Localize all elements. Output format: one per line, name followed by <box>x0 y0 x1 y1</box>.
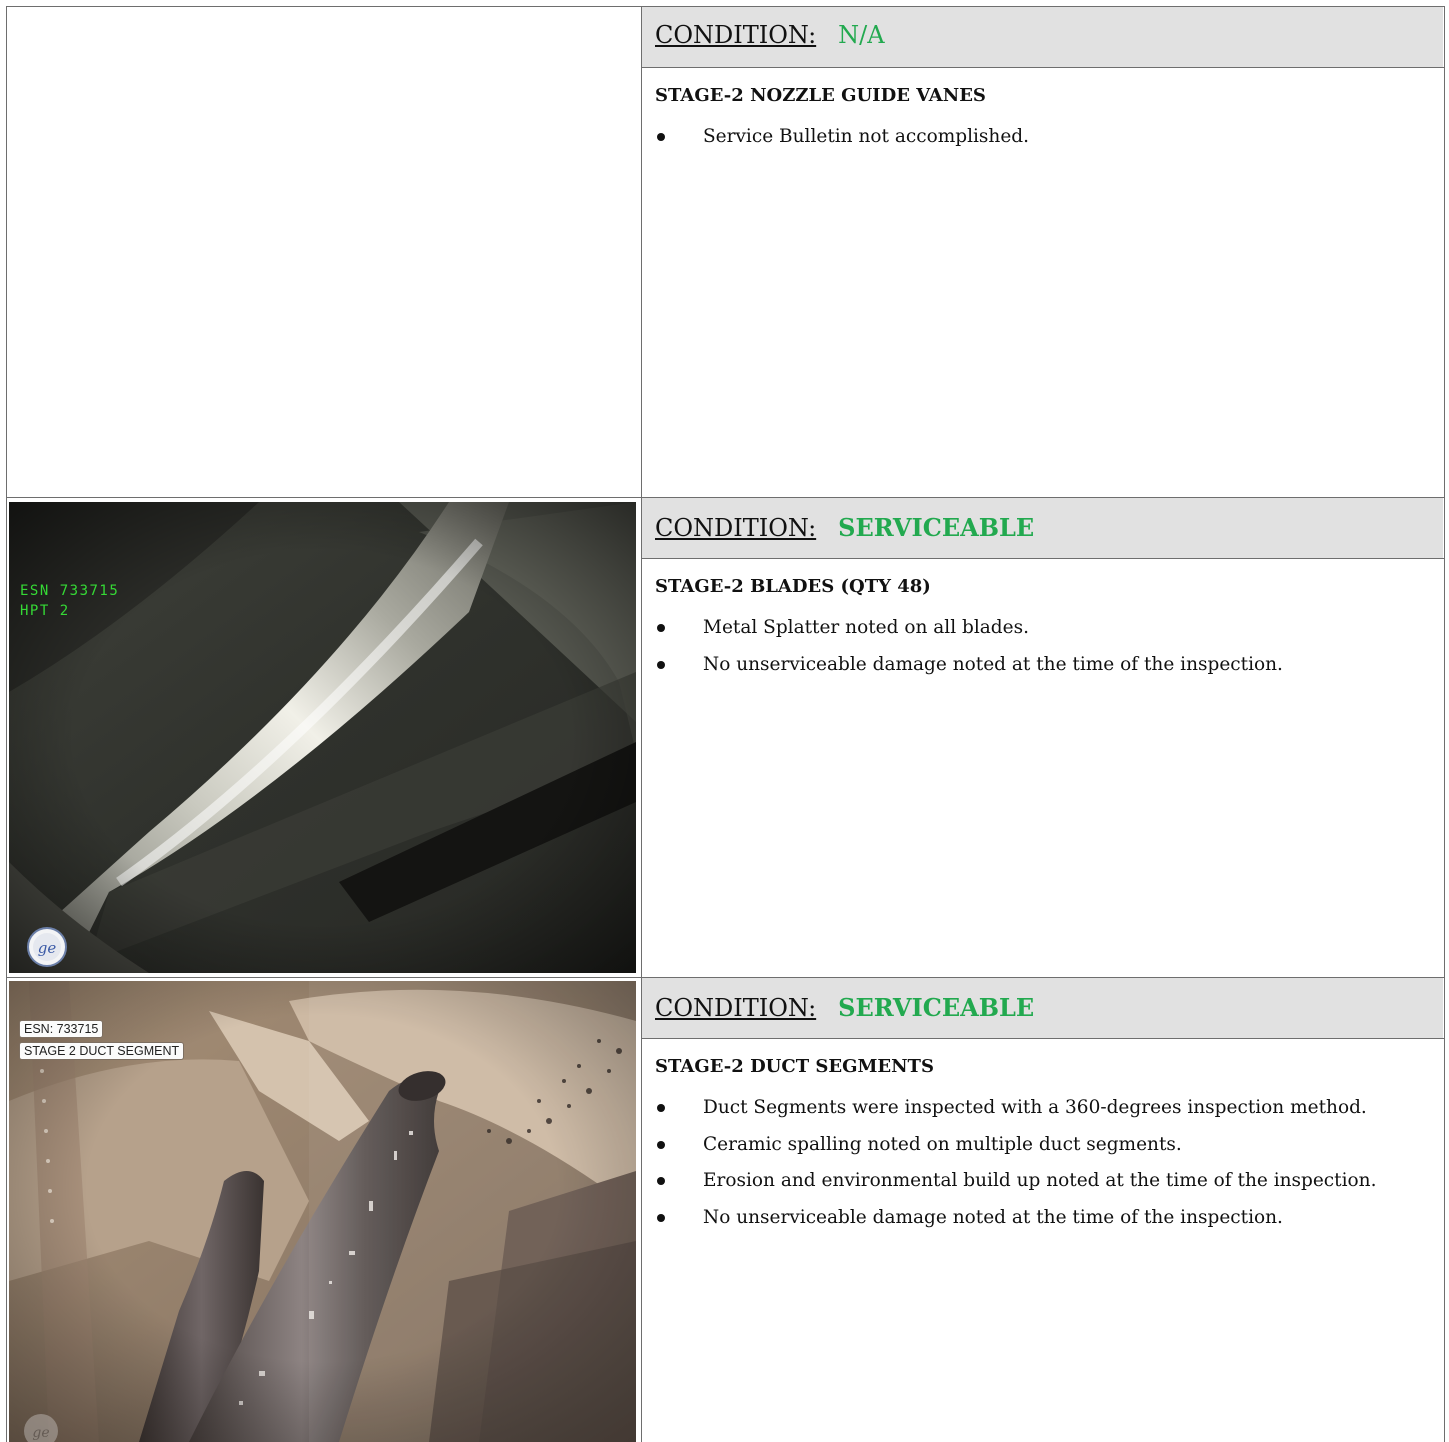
section-title: STAGE-2 BLADES (QTY 48) <box>655 576 931 597</box>
table-column-divider <box>641 6 642 1442</box>
duct-segment-photo: ge ESN: 733715 STAGE 2 DUCT SEGMENT <box>9 981 636 1442</box>
condition-header-border <box>642 67 1444 68</box>
condition-line: CONDITION: N/A <box>655 21 885 49</box>
condition-value: SERVICEABLE <box>838 513 1035 542</box>
esn-overlay: ESN 733715 HPT 2 <box>20 581 119 621</box>
condition-line: CONDITION: SERVICEABLE <box>655 513 1034 542</box>
list-item: No unserviceable damage noted at the tim… <box>655 654 1283 691</box>
condition-label: CONDITION: <box>655 514 817 542</box>
bullet-list: Service Bulletin not accomplished. <box>655 126 1029 163</box>
condition-header-border <box>642 1038 1444 1039</box>
list-item: No unserviceable damage noted at the tim… <box>655 1207 1376 1244</box>
section-title: STAGE-2 DUCT SEGMENTS <box>655 1056 934 1077</box>
list-item: Erosion and environmental build up noted… <box>655 1170 1376 1207</box>
condition-value: SERVICEABLE <box>838 993 1035 1022</box>
overlay-line-esn: ESN 733715 <box>20 583 120 599</box>
list-item: Ceramic spalling noted on multiple duct … <box>655 1134 1376 1171</box>
table-border-right <box>1444 6 1445 1442</box>
condition-label: CONDITION: <box>655 994 817 1022</box>
bullet-list: Metal Splatter noted on all blades. No u… <box>655 617 1283 690</box>
condition-label: CONDITION: <box>655 21 817 49</box>
svg-text:ge: ge <box>38 939 57 957</box>
condition-line: CONDITION: SERVICEABLE <box>655 993 1034 1022</box>
svg-text:ge: ge <box>32 1425 49 1441</box>
stage-tag: STAGE 2 DUCT SEGMENT <box>19 1042 185 1060</box>
condition-header-border <box>642 558 1444 559</box>
list-item: Duct Segments were inspected with a 360-… <box>655 1097 1376 1134</box>
table-border-left <box>6 6 7 1442</box>
esn-tag: ESN: 733715 <box>19 1020 104 1038</box>
bullet-list: Duct Segments were inspected with a 360-… <box>655 1097 1376 1243</box>
list-item: Metal Splatter noted on all blades. <box>655 617 1283 654</box>
list-item: Service Bulletin not accomplished. <box>655 126 1029 163</box>
condition-value: N/A <box>838 21 885 49</box>
blade-inspection-photo: ge ESN 733715 HPT 2 <box>9 502 636 973</box>
section-title: STAGE-2 NOZZLE GUIDE VANES <box>655 85 986 106</box>
overlay-line-stage: HPT 2 <box>20 603 70 619</box>
ge-logo-icon: ge <box>27 927 67 967</box>
